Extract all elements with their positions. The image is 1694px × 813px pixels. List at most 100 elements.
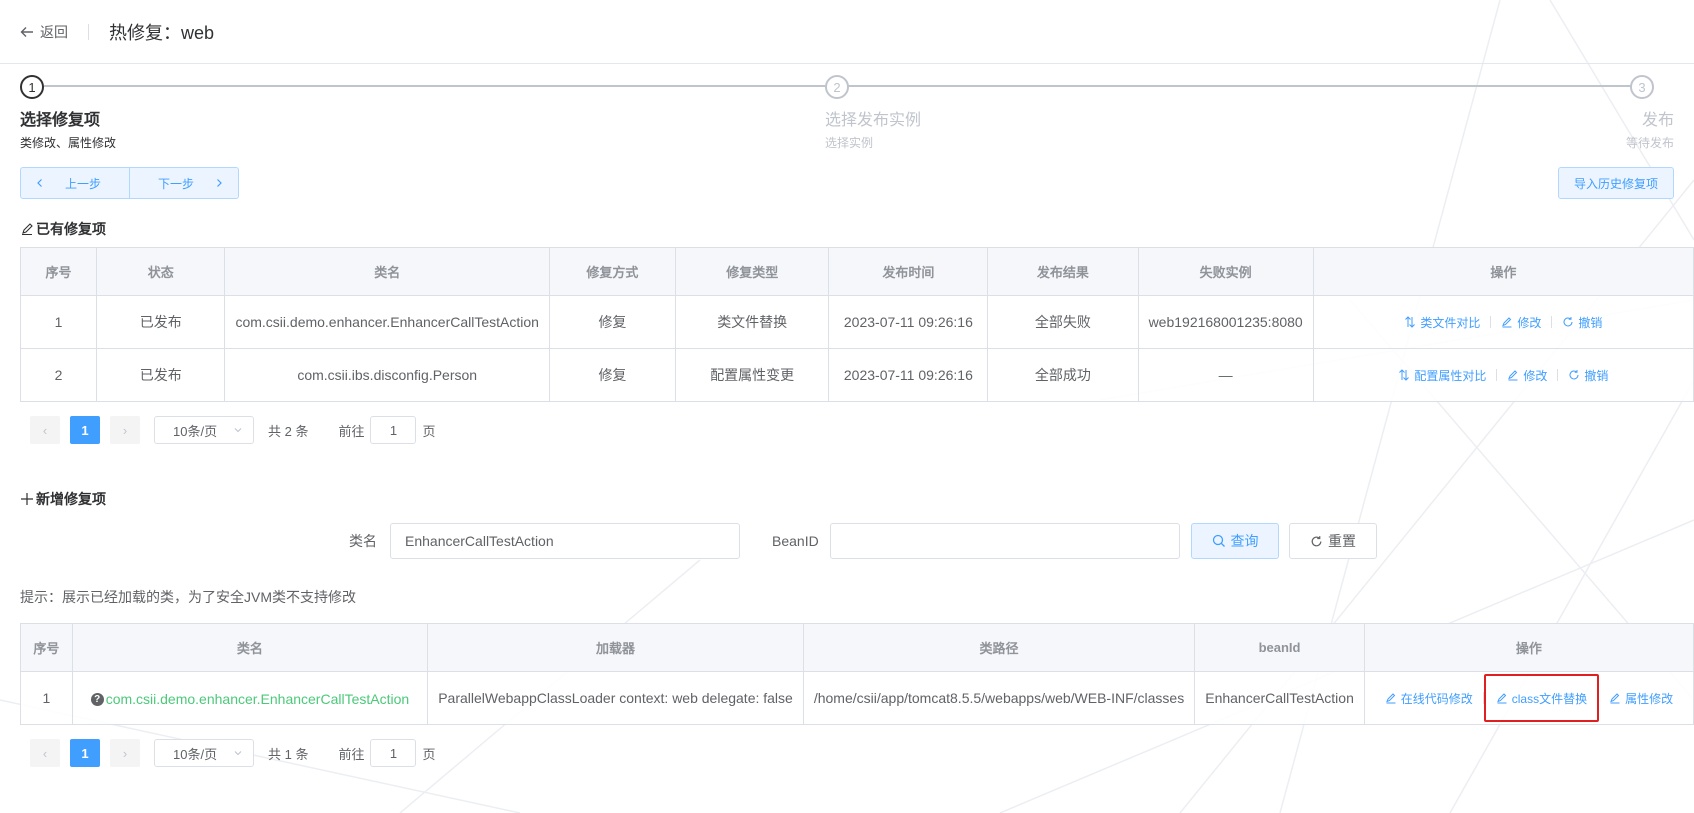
goto-page-input[interactable]: 1	[370, 739, 417, 767]
hint-text: 提示：展示已经加载的类，为了安全JVM类不支持修改	[20, 589, 356, 605]
edit-icon	[1385, 693, 1396, 704]
next-page-button[interactable]: ›	[110, 739, 140, 767]
column-header: 类名	[71, 623, 429, 672]
table-row: 2 已发布 com.csii.ibs.disconfig.Person 修复 配…	[19, 348, 1694, 402]
column-header: 序号	[19, 247, 98, 296]
existing-section-title: 已有修复项	[20, 219, 1674, 239]
next-page-button[interactable]: ›	[110, 416, 140, 444]
back-button[interactable]: 返回	[20, 22, 68, 42]
op-divider	[1496, 369, 1498, 381]
cell-beanid: EnhancerCallTestAction	[1194, 671, 1365, 725]
steps-bar: 1 选择修复项 类修改、属性修改 2 选择发布实例 选择实例 3 发布 等待发布	[20, 64, 1674, 164]
plus-icon	[21, 493, 33, 505]
query-button[interactable]: 查询	[1191, 523, 1279, 559]
edit-icon	[1502, 317, 1512, 328]
compare-label: 配置属性对比	[1414, 368, 1487, 383]
refresh-icon	[1569, 370, 1579, 380]
cell-class: ? com.csii.demo.enhancer.EnhancerCallTes…	[71, 671, 429, 725]
op-divider	[1490, 316, 1492, 328]
step-3-title: 发布	[1641, 112, 1674, 129]
edit-icon	[1508, 370, 1518, 381]
cell-type: 类文件替换	[674, 295, 830, 349]
reset-label: 重置	[1328, 533, 1356, 549]
edit-label: 修改	[1517, 315, 1542, 330]
existing-section-label: 已有修复项	[36, 221, 106, 237]
cell-result: 全部成功	[987, 348, 1139, 402]
cell-time: 2023-07-11 09:26:16	[828, 295, 989, 349]
edit-icon	[1496, 693, 1507, 704]
column-header: 序号	[20, 623, 73, 672]
cell-status: 已发布	[96, 348, 226, 402]
column-header: 加载器	[427, 623, 804, 672]
cell-path: /home/csii/app/tomcat8.5.5/webapps/web/W…	[802, 671, 1196, 725]
edit-label: 修改	[1523, 368, 1548, 383]
goto-page-input[interactable]: 1	[370, 416, 417, 444]
arrow-left-icon	[20, 26, 33, 37]
column-header: 发布结果	[987, 247, 1139, 296]
online-edit-button[interactable]: 在线代码修改	[1385, 690, 1473, 707]
cell-method: 修复	[548, 295, 676, 349]
revoke-button[interactable]: 撤销	[1568, 367, 1608, 384]
class-name-input[interactable]: EnhancerCallTestAction	[390, 523, 740, 559]
beanid-input[interactable]	[830, 523, 1180, 559]
cell-time: 2023-07-11 09:26:16	[828, 348, 989, 402]
step-2-circle: 2	[825, 75, 849, 99]
chevron-down-icon	[234, 751, 242, 756]
cell-index: 2	[19, 348, 98, 402]
cell-type: 配置属性变更	[674, 348, 830, 402]
edit-icon	[1610, 693, 1620, 704]
search-icon	[1212, 534, 1225, 547]
cell-ops: 配置属性对比 修改 撤销	[1312, 348, 1694, 402]
add-section-label: 新增修复项	[36, 491, 106, 507]
class-link[interactable]: ? com.csii.demo.enhancer.EnhancerCallTes…	[90, 691, 409, 707]
step-2-desc: 选择实例	[825, 136, 874, 150]
total-count: 共 1 条	[268, 746, 309, 762]
step-3-circle: 3	[1630, 75, 1654, 99]
class-replace-button[interactable]: class文件替换	[1483, 674, 1600, 722]
cell-ops: 在线代码修改 class文件替换 属性修改	[1363, 671, 1694, 725]
column-header: 操作	[1312, 247, 1694, 296]
column-header: 修复方式	[548, 247, 676, 296]
prev-page-button[interactable]: ‹	[30, 416, 60, 444]
page-number[interactable]: 1	[70, 739, 100, 767]
refresh-icon	[1563, 317, 1573, 327]
import-history-button[interactable]: 导入历史修复项	[1557, 167, 1674, 199]
page-title: 热修复：web	[109, 22, 215, 43]
header-divider	[88, 23, 89, 40]
page-size-select[interactable]: 10条/页	[154, 739, 254, 767]
cell-result: 全部失败	[987, 295, 1139, 349]
table-header-row: 序号 类名 加载器 类路径 beanId 操作	[20, 623, 1694, 672]
property-edit-button[interactable]: 属性修改	[1609, 690, 1673, 707]
step-1-desc: 类修改、属性修改	[20, 136, 117, 150]
online-edit-label: 在线代码修改	[1400, 691, 1473, 706]
prev-page-button[interactable]: ‹	[30, 739, 60, 767]
revoke-button[interactable]: 撤销	[1562, 314, 1602, 331]
chevron-right-icon	[217, 179, 222, 187]
reset-button[interactable]: 重置	[1289, 523, 1377, 559]
edit-button[interactable]: 修改	[1507, 367, 1547, 384]
cell-ops: 类文件对比 修改 撤销	[1312, 295, 1694, 349]
next-step-label: 下一步	[158, 176, 195, 191]
step-nav-group: 上一步 下一步	[20, 167, 240, 199]
column-header: 发布时间	[828, 247, 989, 296]
step-1-title: 选择修复项	[20, 112, 101, 129]
prev-step-button[interactable]: 上一步	[21, 168, 129, 198]
op-divider	[1557, 369, 1559, 381]
column-header: 失败实例	[1137, 247, 1314, 296]
compare-button[interactable]: 类文件对比	[1404, 314, 1480, 331]
edit-button[interactable]: 修改	[1501, 314, 1541, 331]
property-edit-label: 属性修改	[1625, 691, 1674, 706]
chevron-left-icon	[37, 179, 42, 187]
step-3-desc: 等待发布	[1625, 136, 1674, 150]
page-number[interactable]: 1	[70, 416, 100, 444]
revoke-label: 撤销	[1578, 315, 1603, 330]
class-replace-label: class文件替换	[1511, 691, 1588, 706]
compare-button[interactable]: 配置属性对比	[1398, 367, 1486, 384]
compare-label: 类文件对比	[1420, 315, 1481, 330]
page-size-select[interactable]: 10条/页	[154, 416, 254, 444]
table-header-row: 序号 状态 类名 修复方式 修复类型 发布时间 发布结果 失败实例 操作	[19, 247, 1694, 296]
column-header: 操作	[1363, 623, 1694, 672]
table-row: 1 已发布 com.csii.demo.enhancer.EnhancerCal…	[19, 295, 1694, 349]
next-step-button[interactable]: 下一步	[129, 168, 238, 198]
column-header: 修复类型	[674, 247, 830, 296]
